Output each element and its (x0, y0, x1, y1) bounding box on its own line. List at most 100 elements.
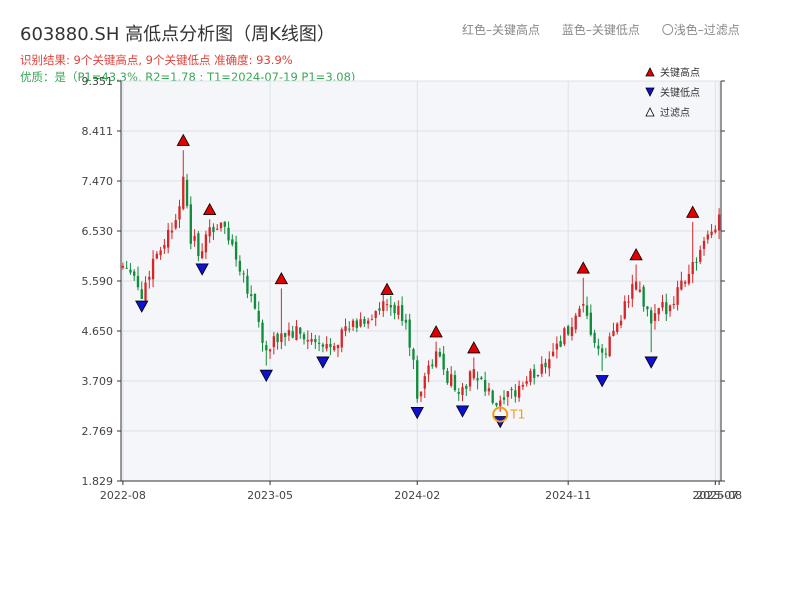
candle-body (370, 319, 374, 321)
candle-body (453, 375, 457, 391)
candle-body (706, 234, 709, 240)
candle-body (483, 380, 487, 392)
candle-body (208, 227, 211, 237)
candle-body (257, 310, 260, 322)
legend-label: 过滤点 (660, 106, 690, 119)
candle-body (359, 319, 362, 327)
candle-body (502, 397, 506, 400)
candle-body (333, 346, 336, 350)
candle-body (472, 369, 475, 379)
candle-body (623, 301, 626, 319)
candle-body (355, 320, 359, 328)
candle-body (170, 230, 174, 233)
candle-body (302, 334, 306, 340)
x-tick-label: 2024-11 (545, 489, 591, 502)
candle-body (506, 391, 509, 397)
candle-body (174, 220, 177, 229)
candle-body (544, 362, 547, 368)
candle-body (185, 179, 189, 206)
candle-body (253, 293, 257, 309)
candle-body (642, 286, 645, 307)
candle-body (136, 275, 140, 288)
candle-body (280, 333, 283, 342)
candle-body (612, 330, 615, 336)
candle-body (340, 329, 343, 348)
candle-body (608, 336, 611, 357)
candle-body (200, 251, 204, 259)
candle-body (695, 261, 698, 263)
candle-body (668, 305, 672, 312)
candle-body (283, 332, 287, 337)
t1-label: T1 (509, 407, 525, 421)
candle-body (457, 392, 460, 394)
candle-body (570, 326, 574, 337)
candle-body (423, 376, 426, 389)
legend-marker (645, 67, 655, 77)
candle-body (219, 222, 223, 229)
candle-body (412, 349, 415, 360)
candle-body (159, 250, 162, 256)
candle-body (121, 265, 125, 268)
candle-body (291, 331, 294, 338)
candle-body (465, 385, 468, 389)
candle-body (627, 301, 630, 303)
candle-body (597, 345, 600, 349)
candle-body (480, 377, 483, 380)
candle-body (589, 312, 592, 335)
candle-body (461, 387, 464, 396)
candle-body (657, 308, 660, 315)
candle-body (336, 344, 340, 349)
candle-body (442, 353, 445, 370)
candle-body (646, 306, 649, 310)
y-tick-label: 1.829 (82, 475, 114, 488)
candle-body (367, 320, 370, 324)
candle-body (216, 228, 219, 230)
candle-body (427, 365, 430, 375)
candle-body (438, 351, 442, 357)
candle-body (197, 233, 200, 256)
candle-body (404, 319, 408, 323)
candle-body (238, 260, 242, 272)
candle-body (631, 284, 634, 299)
candle-body (306, 339, 309, 342)
candle-body (242, 273, 245, 275)
x-tick-label: 2024-02 (394, 489, 440, 502)
candle-body (223, 221, 226, 227)
candle-body (189, 204, 192, 244)
candle-body (382, 301, 385, 312)
candle-body (604, 353, 608, 355)
candle-body (163, 244, 166, 249)
candle-body (265, 345, 268, 351)
candle-body (125, 267, 128, 269)
candle-body (551, 351, 555, 357)
candle-body (585, 305, 589, 316)
candle-body (299, 327, 302, 334)
y-tick-label: 5.590 (82, 275, 114, 288)
candle-body (344, 326, 347, 331)
candle (563, 326, 566, 347)
candle-body (434, 351, 438, 367)
candle-body (517, 385, 521, 398)
candle-body (155, 253, 159, 259)
candle (253, 293, 257, 310)
candle-body (559, 341, 562, 347)
candle-body (144, 282, 147, 301)
candle-body (389, 305, 392, 308)
y-tick-label: 8.411 (82, 125, 114, 138)
candle-body (574, 315, 577, 330)
candle-body (400, 305, 404, 321)
candle-body (193, 235, 196, 241)
candle-body (468, 371, 472, 387)
candle-body (234, 241, 238, 260)
candle-body (272, 336, 275, 348)
candle-body (140, 289, 143, 300)
x-tick-label: 2025-08 (696, 489, 742, 502)
candle-body (317, 342, 321, 344)
y-tick-label: 7.470 (82, 175, 114, 188)
candle-body (378, 308, 381, 311)
candle-body (231, 239, 234, 245)
y-tick-label: 4.650 (82, 325, 114, 338)
candle-body (567, 326, 570, 335)
y-tick-label: 2.769 (82, 425, 114, 438)
candle-body (129, 269, 132, 273)
